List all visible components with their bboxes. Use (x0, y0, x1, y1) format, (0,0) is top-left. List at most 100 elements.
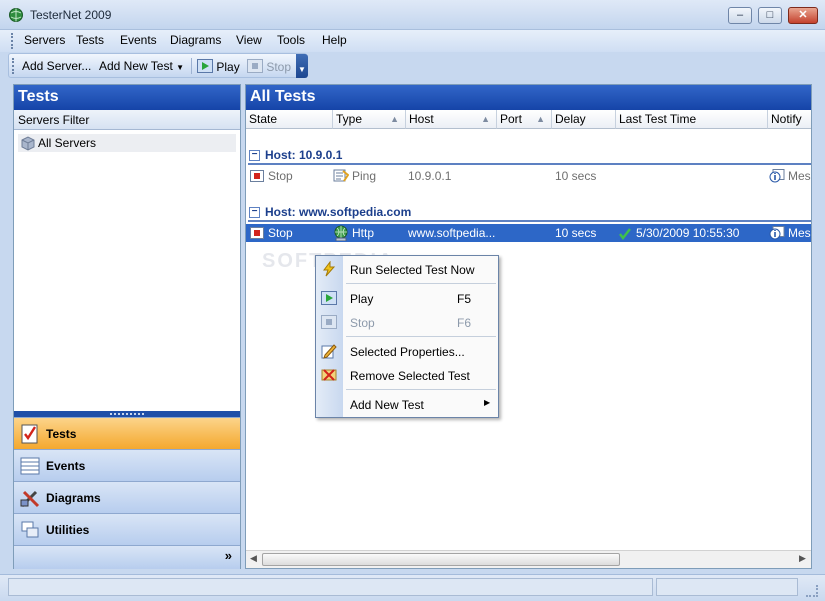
column-header-notify[interactable]: Notify (768, 110, 811, 129)
sort-arrow-icon: ▲ (536, 114, 545, 124)
menu-item-label: Selected Properties... (350, 345, 465, 359)
tree-item-all-servers[interactable]: All Servers (18, 134, 236, 152)
cell-type: Http (352, 226, 375, 240)
servers-filter-label: Servers Filter (14, 110, 240, 130)
menu-view[interactable]: View (236, 33, 262, 47)
group-label: Host: 10.9.0.1 (265, 148, 343, 162)
status-bar (0, 574, 825, 601)
menu-item-label: Add New Test (350, 398, 424, 412)
nav-utilities-label: Utilities (46, 523, 90, 537)
menu-tools[interactable]: Tools (277, 33, 305, 47)
splitter-grip (110, 413, 144, 415)
nav-tests[interactable]: Tests (14, 417, 240, 449)
add-new-test-label: Add New Test (99, 59, 173, 73)
menu-separator (346, 389, 496, 390)
column-header-delay[interactable]: Delay (552, 110, 616, 129)
cell-state: Stop (268, 226, 293, 240)
stop-icon (247, 59, 263, 73)
window-title: TesterNet 2009 (30, 8, 112, 22)
nav-events[interactable]: Events (14, 449, 240, 481)
scroll-right-icon[interactable]: ▶ (799, 553, 806, 564)
info-message-icon (769, 226, 785, 240)
column-header-host[interactable]: Host ▲ (406, 110, 497, 129)
menu-events[interactable]: Events (120, 33, 157, 47)
stop-label: Stop (266, 60, 292, 74)
toolbar: Add Server... Add New Test ▼ Play Stop (8, 53, 307, 78)
menu-stop[interactable]: Stop F6 (316, 311, 498, 333)
utilities-windows-icon (21, 521, 39, 538)
group-label: Host: www.softpedia.com (265, 205, 412, 219)
chevron-down-icon: ▼ (176, 63, 185, 72)
more-options-icon[interactable]: » (225, 548, 232, 563)
lightning-icon (323, 261, 336, 277)
stop-state-icon (250, 170, 264, 182)
info-message-icon (769, 169, 785, 183)
stop-button[interactable]: Stop (247, 59, 291, 74)
menu-item-label: Play (350, 292, 374, 306)
scrollbar-thumb[interactable] (262, 553, 620, 566)
stop-icon (321, 315, 337, 329)
title-bar: TesterNet 2009 – □ ✕ (0, 0, 825, 30)
status-panel-secondary (656, 578, 798, 596)
resize-grip[interactable] (806, 585, 818, 597)
cell-last-test-time: 5/30/2009 10:55:30 (636, 226, 740, 240)
add-new-test-button[interactable]: Add New Test ▼ (99, 59, 184, 73)
left-panel: Tests Servers Filter All Servers Tests E… (13, 84, 241, 569)
close-button[interactable]: ✕ (788, 7, 818, 24)
cell-delay: 10 secs (555, 169, 597, 183)
menu-remove-selected-test[interactable]: Remove Selected Test (316, 364, 498, 386)
column-header-port[interactable]: Port ▲ (497, 110, 552, 129)
http-globe-icon (334, 225, 348, 241)
menu-help[interactable]: Help (322, 33, 347, 47)
collapse-group-icon[interactable]: − (249, 207, 260, 218)
cell-state: Stop (268, 169, 293, 183)
nav-events-label: Events (46, 459, 86, 473)
column-header-last-test-time[interactable]: Last Test Time (616, 110, 768, 129)
checklist-icon (21, 424, 38, 444)
column-header-port-label: Port (500, 112, 523, 126)
menu-selected-properties[interactable]: Selected Properties... (316, 340, 498, 362)
column-header-type[interactable]: Type ▲ (333, 110, 406, 129)
remove-test-icon (321, 369, 337, 381)
nav-utilities[interactable]: Utilities (14, 513, 240, 545)
sort-arrow-icon: ▲ (481, 114, 490, 124)
nav-diagrams[interactable]: Diagrams (14, 481, 240, 513)
menu-servers[interactable]: Servers (24, 33, 65, 47)
cell-notify: Mess (788, 226, 811, 240)
scroll-left-icon[interactable]: ◀ (250, 553, 257, 564)
table-row[interactable]: Stop Http www.softpedia... 10 secs 5/30/… (246, 224, 811, 242)
column-header-type-label: Type (336, 112, 363, 126)
play-button[interactable]: Play (197, 59, 240, 74)
menu-add-new-test[interactable]: Add New Test ▶ (316, 393, 498, 415)
maximize-button[interactable]: □ (758, 7, 782, 24)
toolbar-grip[interactable] (12, 58, 15, 74)
group-header-host-10-9-0-1[interactable]: − Host: 10.9.0.1 (248, 147, 811, 165)
cell-delay: 10 secs (555, 226, 597, 240)
play-icon (197, 59, 213, 73)
menu-run-selected-test-now[interactable]: Run Selected Test Now (316, 258, 498, 280)
toolbar-overflow-button[interactable]: ▼ (296, 54, 308, 78)
group-header-host-softpedia[interactable]: − Host: www.softpedia.com (248, 204, 811, 222)
horizontal-scrollbar[interactable]: ◀ ▶ (246, 550, 811, 568)
menu-item-label: Stop (350, 316, 375, 330)
nav-tests-label: Tests (46, 427, 77, 441)
menu-tests[interactable]: Tests (76, 33, 104, 47)
menu-play[interactable]: Play F5 (316, 287, 498, 309)
collapse-group-icon[interactable]: − (249, 150, 260, 161)
cell-host: www.softpedia... (408, 226, 496, 240)
menu-bar: Servers Tests Events Diagrams View Tools… (0, 30, 825, 52)
submenu-arrow-icon: ▶ (484, 398, 491, 407)
check-success-icon (619, 228, 631, 240)
menu-grip[interactable] (11, 33, 14, 49)
column-header-host-label: Host (409, 112, 434, 126)
menu-item-label: Run Selected Test Now (350, 263, 475, 277)
menu-diagrams[interactable]: Diagrams (170, 33, 221, 47)
cell-notify: Mess (788, 169, 811, 183)
table-row[interactable]: Stop Ping 10.9.0.1 10 secs Mess (246, 167, 811, 185)
ping-icon (333, 169, 349, 182)
menu-item-label: Remove Selected Test (350, 369, 470, 383)
menu-separator (346, 336, 496, 337)
column-header-state[interactable]: State (246, 110, 333, 129)
minimize-button[interactable]: – (728, 7, 752, 24)
add-server-button[interactable]: Add Server... (22, 59, 91, 73)
